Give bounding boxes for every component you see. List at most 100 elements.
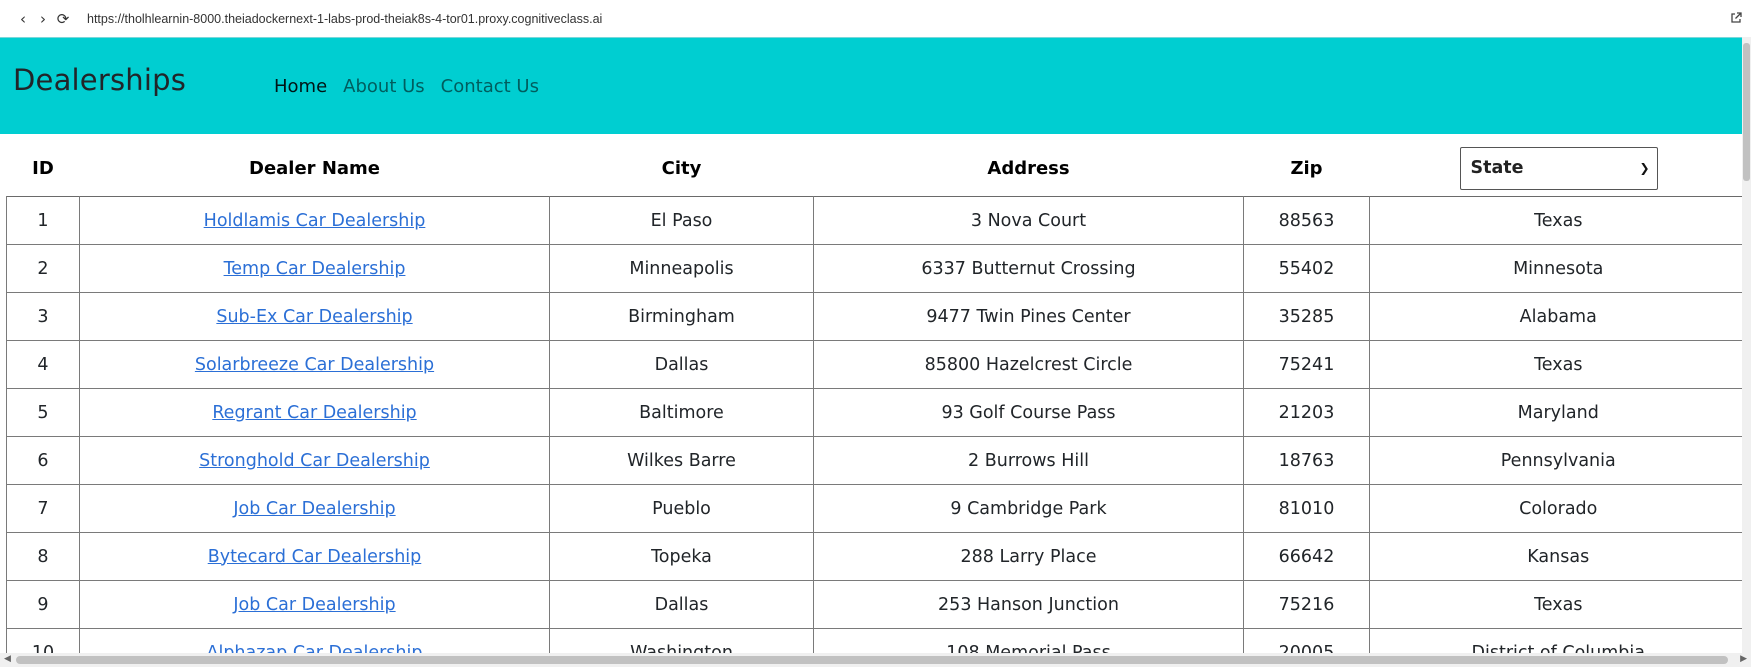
nav-links: Home About Us Contact Us: [274, 76, 555, 97]
cell-zip: 88563: [1243, 196, 1370, 245]
scroll-right-arrow-icon[interactable]: ▶: [1740, 654, 1747, 664]
cell-zip: 81010: [1243, 484, 1370, 533]
vertical-scrollbar[interactable]: [1742, 37, 1751, 654]
cell-address: 6337 Butternut Crossing: [813, 244, 1244, 293]
horizontal-scrollbar-thumb[interactable]: [16, 656, 1728, 664]
cell-state: Texas: [1369, 340, 1747, 389]
back-arrow-icon[interactable]: ‹: [13, 0, 33, 37]
cell-zip: 35285: [1243, 292, 1370, 341]
cell-id: 8: [6, 532, 80, 581]
dealer-link[interactable]: Sub-Ex Car Dealership: [216, 307, 412, 327]
cell-state: Alabama: [1369, 292, 1747, 341]
cell-state: Kansas: [1369, 532, 1747, 581]
nav-link-home[interactable]: Home: [274, 76, 327, 97]
cell-id: 4: [6, 340, 80, 389]
cell-city: Birmingham: [549, 292, 814, 341]
cell-city: Dallas: [549, 340, 814, 389]
cell-state: Texas: [1369, 196, 1747, 245]
cell-dealer-name: Job Car Dealership: [79, 484, 550, 533]
cell-dealer-name: Bytecard Car Dealership: [79, 532, 550, 581]
scroll-left-arrow-icon[interactable]: ◀: [4, 654, 11, 664]
table-row: 1 Holdlamis Car Dealership El Paso 3 Nova C…: [6, 196, 1747, 245]
state-filter-wrapper: State ❯: [1459, 146, 1658, 190]
table-row: 4 Solarbreeze Car Dealership Dallas 85800 H…: [6, 340, 1747, 389]
cell-address: 9 Cambridge Park: [813, 484, 1244, 533]
cell-dealer-name: Holdlamis Car Dealership: [79, 196, 550, 245]
state-filter-selected: State: [1470, 158, 1524, 178]
cell-state: Pennsylvania: [1369, 436, 1747, 485]
cell-dealer-name: Regrant Car Dealership: [79, 388, 550, 437]
cell-city: Dallas: [549, 580, 814, 629]
top-navbar: Dealerships Home About Us Contact Us: [0, 37, 1742, 134]
cell-city: Topeka: [549, 532, 814, 581]
dealer-link[interactable]: Stronghold Car Dealership: [199, 451, 430, 471]
dealer-link[interactable]: Solarbreeze Car Dealership: [195, 355, 434, 375]
cell-state: Minnesota: [1369, 244, 1747, 293]
dealer-link[interactable]: Regrant Car Dealership: [212, 403, 416, 423]
cell-dealer-name: Sub-Ex Car Dealership: [79, 292, 550, 341]
cell-zip: 66642: [1243, 532, 1370, 581]
dealer-link[interactable]: Holdlamis Car Dealership: [204, 211, 426, 231]
table-row: 6 Stronghold Car Dealership Wilkes Barre 2 …: [6, 436, 1747, 485]
table-row: 2 Temp Car Dealership Minneapolis 6337 Butt…: [6, 244, 1747, 293]
cell-address: 9477 Twin Pines Center: [813, 292, 1244, 341]
brand-title[interactable]: Dealerships: [13, 63, 186, 97]
cell-city: El Paso: [549, 196, 814, 245]
cell-id: 3: [6, 292, 80, 341]
cell-dealer-name: Job Car Dealership: [79, 580, 550, 629]
dealer-link[interactable]: Job Car Dealership: [233, 499, 395, 519]
table-row: 3 Sub-Ex Car Dealership Birmingham 9477 Twi…: [6, 292, 1747, 341]
header-id: ID: [32, 157, 54, 179]
cell-state: Texas: [1369, 580, 1747, 629]
cell-address: 288 Larry Place: [813, 532, 1244, 581]
cell-zip: 21203: [1243, 388, 1370, 437]
browser-address-bar: ‹ › ⟳ https://tholhlearnin-8000.theiadoc…: [0, 0, 1751, 37]
cell-dealer-name: Stronghold Car Dealership: [79, 436, 550, 485]
cell-id: 5: [6, 388, 80, 437]
cell-zip: 55402: [1243, 244, 1370, 293]
header-dealer-name: Dealer Name: [249, 157, 380, 179]
dealer-link[interactable]: Bytecard Car Dealership: [208, 547, 422, 567]
open-external-icon[interactable]: [1729, 11, 1743, 25]
cell-id: 7: [6, 484, 80, 533]
table-row: 7 Job Car Dealership Pueblo 9 Cambridge Par…: [6, 484, 1747, 533]
forward-arrow-icon[interactable]: ›: [33, 0, 53, 37]
cell-dealer-name: Temp Car Dealership: [79, 244, 550, 293]
cell-city: Baltimore: [549, 388, 814, 437]
cell-id: 2: [6, 244, 80, 293]
dealers-table-container: ID Dealer Name City Address Zip State ❯: [6, 140, 1747, 667]
horizontal-scrollbar[interactable]: ◀ ▶: [0, 653, 1751, 667]
dealer-link[interactable]: Temp Car Dealership: [224, 259, 406, 279]
table-row: 5 Regrant Car Dealership Baltimore 93 Golf …: [6, 388, 1747, 437]
vertical-scrollbar-thumb[interactable]: [1743, 43, 1750, 181]
dealer-link[interactable]: Job Car Dealership: [233, 595, 395, 615]
cell-address: 3 Nova Court: [813, 196, 1244, 245]
table-row: 8 Bytecard Car Dealership Topeka 288 Larry …: [6, 532, 1747, 581]
table-body: 1 Holdlamis Car Dealership El Paso 3 Nova C…: [6, 196, 1747, 667]
cell-city: Wilkes Barre: [549, 436, 814, 485]
header-city: City: [661, 157, 702, 179]
cell-address: 93 Golf Course Pass: [813, 388, 1244, 437]
reload-icon[interactable]: ⟳: [53, 0, 73, 37]
page-viewport: Dealerships Home About Us Contact Us ID …: [0, 37, 1751, 667]
cell-id: 1: [6, 196, 80, 245]
cell-zip: 18763: [1243, 436, 1370, 485]
cell-id: 6: [6, 436, 80, 485]
cell-address: 2 Burrows Hill: [813, 436, 1244, 485]
cell-city: Pueblo: [549, 484, 814, 533]
cell-address: 253 Hanson Junction: [813, 580, 1244, 629]
cell-zip: 75241: [1243, 340, 1370, 389]
header-state: State ❯: [1370, 140, 1747, 197]
cell-state: Maryland: [1369, 388, 1747, 437]
nav-link-contact-us[interactable]: Contact Us: [441, 76, 539, 97]
cell-zip: 75216: [1243, 580, 1370, 629]
cell-dealer-name: Solarbreeze Car Dealership: [79, 340, 550, 389]
table-row: 9 Job Car Dealership Dallas 253 Hanson Junc…: [6, 580, 1747, 629]
table-header-row: ID Dealer Name City Address Zip State ❯: [7, 140, 1747, 197]
header-address: Address: [987, 157, 1070, 179]
state-filter-select[interactable]: State: [1459, 146, 1658, 190]
url-field[interactable]: https://tholhlearnin-8000.theiadockernex…: [87, 12, 602, 26]
nav-link-about-us[interactable]: About Us: [343, 76, 425, 97]
cell-city: Minneapolis: [549, 244, 814, 293]
dealers-table: ID Dealer Name City Address Zip State ❯: [6, 140, 1747, 667]
